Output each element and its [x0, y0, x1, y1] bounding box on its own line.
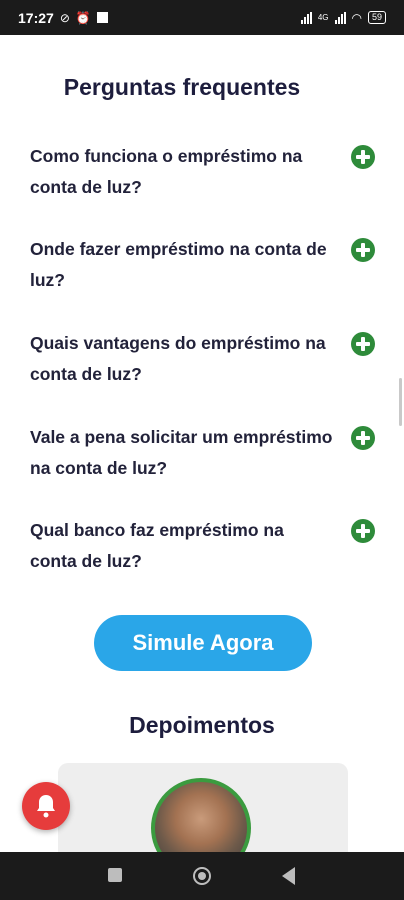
signal-2-icon	[334, 11, 346, 24]
home-button[interactable]	[193, 867, 211, 885]
testimonials-title: Depoimentos	[129, 712, 275, 738]
faq-question: Como funciona o empréstimo na conta de l…	[30, 146, 303, 197]
plus-icon[interactable]	[351, 426, 375, 450]
faq-question: Qual banco faz empréstimo na conta de lu…	[30, 520, 284, 571]
signal-bar	[303, 16, 306, 24]
notification-bell-button[interactable]	[22, 782, 70, 830]
signal-bar	[340, 13, 343, 24]
faq-question: Onde fazer empréstimo na conta de luz?	[30, 239, 327, 290]
faq-title: Perguntas frequentes	[63, 74, 301, 100]
status-right: 4G ◠ 59	[300, 10, 386, 25]
network-type: 4G	[317, 13, 329, 22]
plus-icon[interactable]	[351, 145, 375, 169]
bell-icon	[37, 795, 55, 818]
signal-bar	[334, 19, 337, 24]
plus-icon[interactable]	[351, 332, 375, 356]
recents-button[interactable]	[108, 868, 122, 882]
simulate-button[interactable]: Simule Agora	[94, 615, 312, 671]
no-disturb-icon: ⊘	[59, 10, 70, 25]
faq-item[interactable]: Onde fazer empréstimo na conta de luz?	[30, 234, 394, 296]
status-bar: 17:27 ⊘ ⏰ 4G ◠ 59	[0, 0, 404, 35]
plus-icon[interactable]	[351, 238, 375, 262]
faq-item[interactable]: Qual banco faz empréstimo na conta de lu…	[30, 515, 394, 577]
battery-icon: 59	[367, 11, 386, 24]
signal-bar	[309, 11, 312, 24]
faq-question: Quais vantagens do empréstimo na conta d…	[30, 333, 326, 384]
signal-bar	[337, 16, 340, 24]
plus-icon[interactable]	[351, 519, 375, 543]
back-button[interactable]	[282, 867, 295, 885]
faq-question: Vale a pena solicitar um empréstimo na c…	[30, 427, 333, 478]
faq-item[interactable]: Quais vantagens do empréstimo na conta d…	[30, 328, 394, 390]
status-time: 17:27	[18, 9, 54, 26]
signal-bar	[300, 19, 303, 24]
scroll-indicator[interactable]	[399, 378, 402, 426]
notification-square-icon	[96, 12, 108, 23]
faq-item[interactable]: Vale a pena solicitar um empréstimo na c…	[30, 422, 394, 484]
wifi-icon: ◠	[351, 10, 362, 25]
signal-bar	[343, 11, 346, 24]
signal-1-icon	[300, 11, 312, 24]
system-nav-bar	[0, 852, 404, 900]
faq-item[interactable]: Como funciona o empréstimo na conta de l…	[30, 141, 394, 203]
signal-bar	[306, 13, 309, 24]
alarm-icon: ⏰	[75, 10, 91, 25]
status-left: 17:27 ⊘ ⏰	[18, 10, 108, 26]
